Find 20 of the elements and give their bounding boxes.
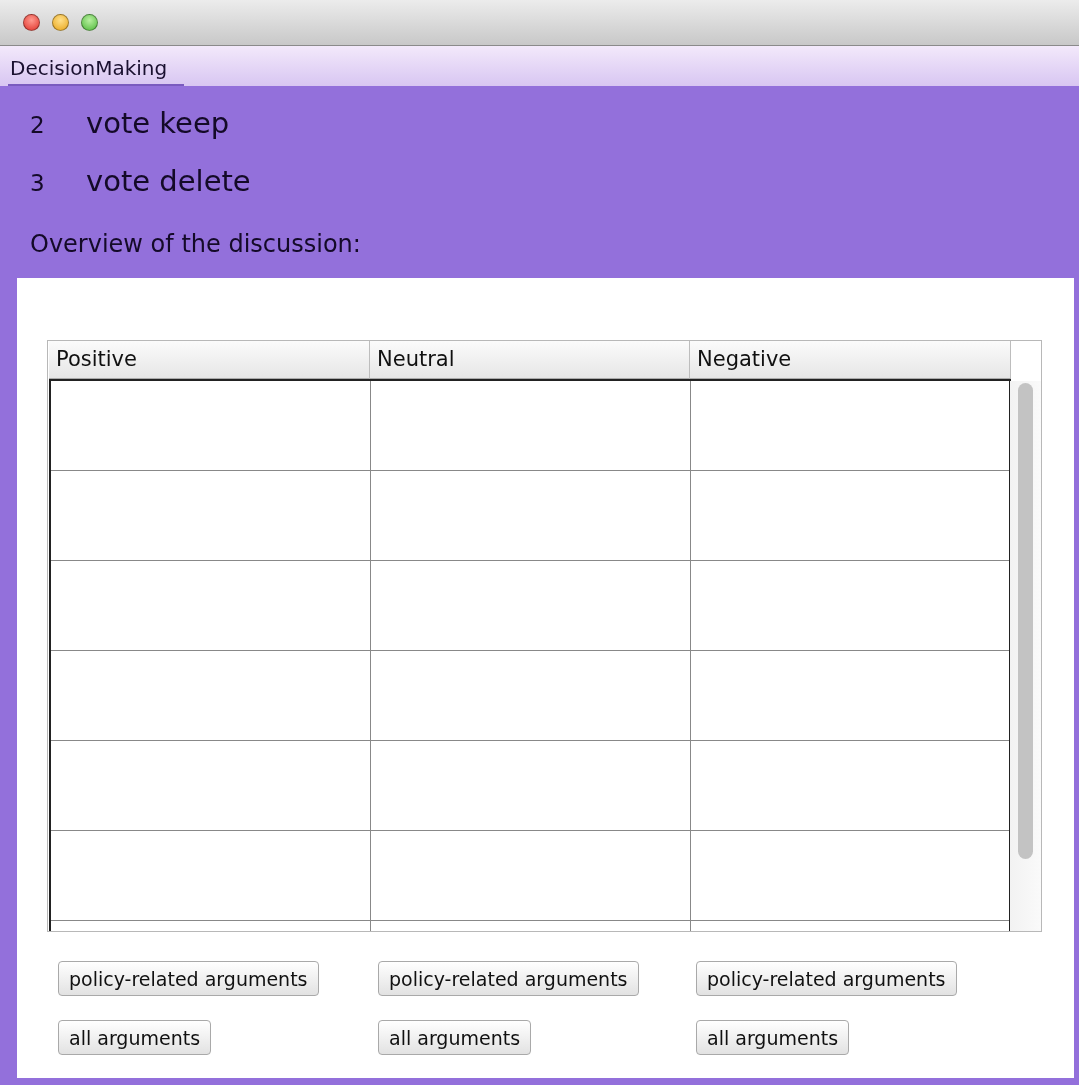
filter-button[interactable]: all arguments	[696, 1020, 850, 1055]
minimize-icon[interactable]	[52, 14, 69, 31]
column-header[interactable]: Negative	[690, 341, 1011, 379]
vote-label: vote keep	[86, 106, 230, 140]
filter-button[interactable]: policy-related arguments	[58, 961, 319, 996]
filter-button[interactable]: policy-related arguments	[696, 961, 957, 996]
filter-button[interactable]: all arguments	[58, 1020, 212, 1055]
close-icon[interactable]	[23, 14, 40, 31]
filter-button[interactable]: policy-related arguments	[378, 961, 639, 996]
scrollbar[interactable]	[1010, 381, 1041, 931]
vote-count: 3	[30, 170, 46, 196]
scrollbar-thumb[interactable]	[1018, 383, 1033, 859]
vote-label: vote delete	[86, 164, 251, 198]
filter-button[interactable]: all arguments	[378, 1020, 532, 1055]
vote-count: 2	[30, 112, 46, 138]
column-header[interactable]: Positive	[49, 341, 370, 379]
zoom-icon[interactable]	[81, 14, 98, 31]
tab[interactable]: DecisionMaking	[8, 46, 185, 86]
column-header[interactable]: Neutral	[370, 341, 690, 379]
section-label: Overview of the discussion:	[30, 230, 362, 258]
